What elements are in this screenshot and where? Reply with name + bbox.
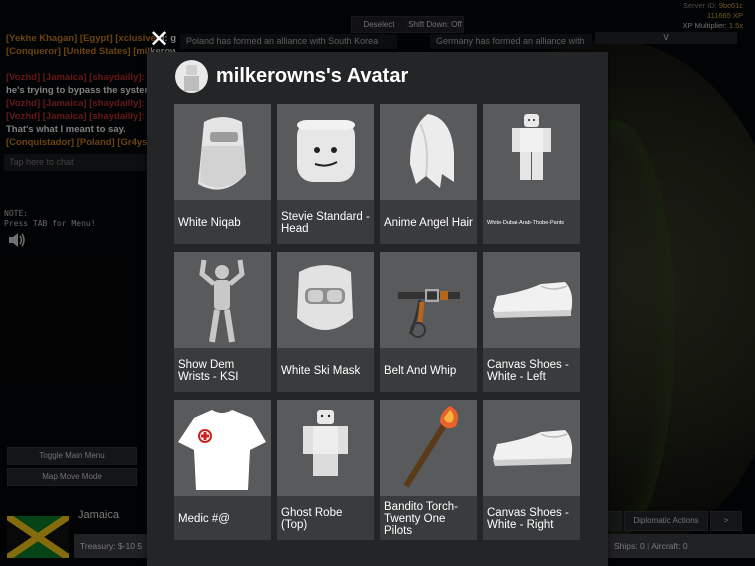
accessory-label: Bandito Torch- Twenty One Pilots [384, 501, 458, 537]
accessory-card[interactable]: White Niqab [174, 104, 271, 244]
accessory-card[interactable]: White-Dubai-Arab-Thobe-Pants [483, 104, 580, 244]
accessory-label: White Ski Mask [281, 365, 361, 377]
accessory-card[interactable]: Ghost Robe (Top) [277, 400, 374, 540]
avatar [175, 59, 208, 93]
ski-mask-icon [277, 252, 374, 348]
shoe-icon [483, 400, 580, 496]
tshirt-icon [174, 400, 271, 496]
accessory-label: Stevie Standard - Head [281, 211, 370, 235]
avatar-modal: milkerowns's Avatar White Niqab Stevie St… [147, 52, 608, 566]
torch-icon [380, 400, 477, 496]
accessory-label: Anime Angel Hair [384, 217, 473, 229]
niqab-icon [174, 104, 271, 200]
accessory-card[interactable]: Stevie Standard - Head [277, 104, 374, 244]
shoe-icon [483, 252, 580, 348]
accessory-label: White-Dubai-Arab-Thobe-Pants [487, 219, 565, 226]
accessory-card[interactable]: Belt And Whip [380, 252, 477, 392]
hair-icon [380, 104, 477, 200]
accessory-label: Canvas Shoes - White - Right [487, 507, 569, 531]
close-icon[interactable]: ✕ [147, 28, 171, 52]
accessory-label: White Niqab [178, 217, 241, 229]
figure-icon [174, 252, 271, 348]
accessory-label: Medic #@ [178, 513, 230, 525]
modal-title: milkerowns's Avatar [216, 64, 409, 87]
thobe-icon [483, 104, 580, 200]
modal-header: milkerowns's Avatar [175, 58, 408, 94]
accessory-card[interactable]: Bandito Torch- Twenty One Pilots [380, 400, 477, 540]
accessory-card[interactable]: Anime Angel Hair [380, 104, 477, 244]
robe-icon [277, 400, 374, 496]
accessory-label: Show Dem Wrists - KSI [178, 359, 239, 383]
accessory-card[interactable]: White Ski Mask [277, 252, 374, 392]
accessory-label: Belt And Whip [384, 365, 457, 377]
belt-whip-icon [380, 252, 477, 348]
accessory-label: Canvas Shoes - White - Left [487, 359, 569, 383]
accessory-card[interactable]: Show Dem Wrists - KSI [174, 252, 271, 392]
head-icon [277, 104, 374, 200]
accessory-label: Ghost Robe (Top) [281, 507, 343, 531]
accessory-card[interactable]: Canvas Shoes - White - Right [483, 400, 580, 540]
accessory-card[interactable]: Medic #@ [174, 400, 271, 540]
accessory-card[interactable]: Canvas Shoes - White - Left [483, 252, 580, 392]
